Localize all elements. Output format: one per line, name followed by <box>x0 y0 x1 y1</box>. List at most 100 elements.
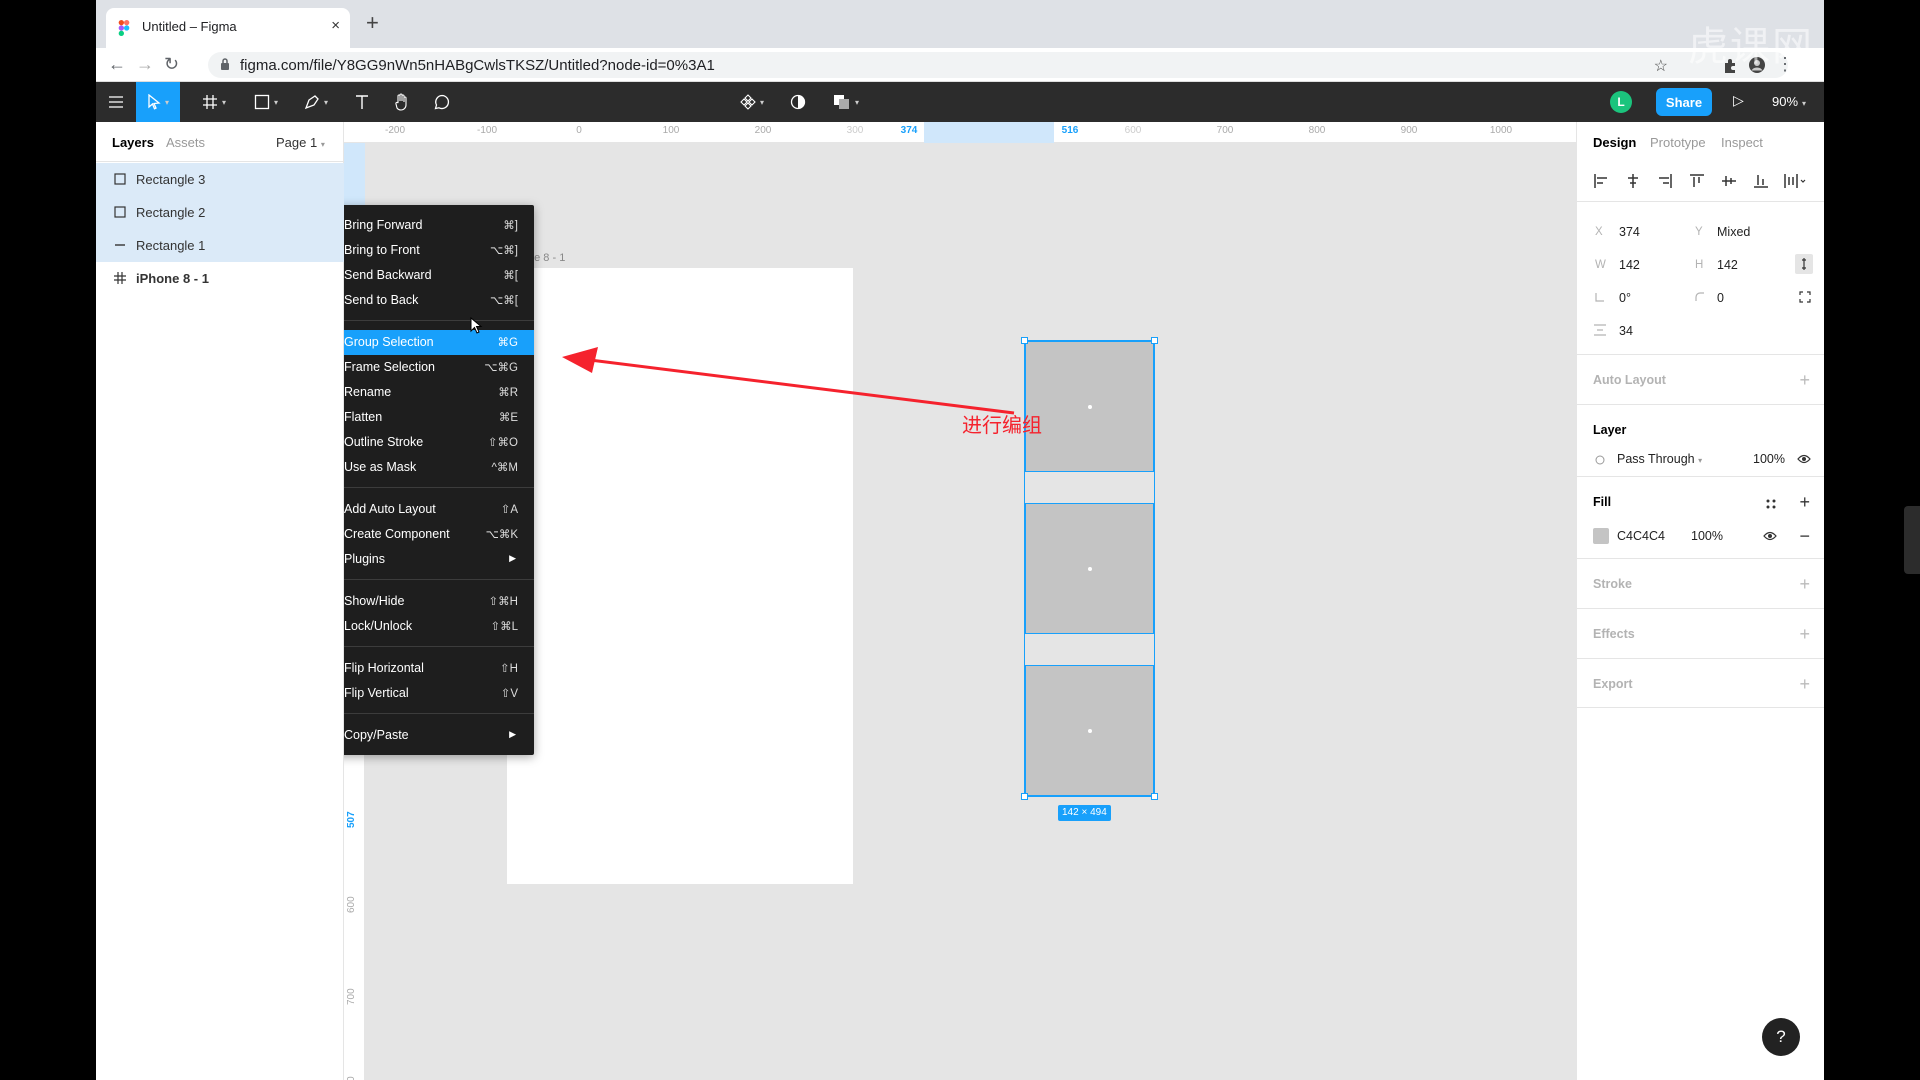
rectangle-1-shape[interactable] <box>1025 665 1154 796</box>
hand-tool[interactable] <box>384 82 420 122</box>
tab-assets[interactable]: Assets <box>166 135 205 150</box>
fill-hex-field[interactable]: C4C4C4 <box>1617 529 1665 543</box>
url-domain: figma.com <box>240 57 310 74</box>
main-menu-icon[interactable] <box>96 82 136 122</box>
add-fill-icon[interactable]: + <box>1799 493 1810 511</box>
component-tool[interactable]: ▾ <box>732 82 772 122</box>
menu-item-flatten[interactable]: Flatten ⌘E <box>344 405 534 430</box>
ruler-label: 600 <box>346 896 357 913</box>
selection-bounds[interactable] <box>1021 337 1158 800</box>
add-effect-icon[interactable]: + <box>1799 625 1810 643</box>
resize-handle-bottom-right[interactable] <box>1151 793 1158 800</box>
tab-prototype[interactable]: Prototype <box>1650 135 1706 150</box>
text-tool[interactable] <box>344 82 380 122</box>
menu-item-copy-paste[interactable]: Copy/Paste ▶ <box>344 723 534 748</box>
distribute-icon[interactable] <box>1783 173 1807 189</box>
menu-item-send-backward[interactable]: Send Backward ⌘[ <box>344 263 534 288</box>
new-tab-icon[interactable]: + <box>366 12 379 34</box>
fill-opacity-field[interactable]: 100% <box>1691 529 1723 543</box>
blend-mode-dropdown[interactable]: Pass Through ▾ <box>1617 452 1702 466</box>
menu-item-add-auto-layout[interactable]: Add Auto Layout ⇧A <box>344 497 534 522</box>
help-button[interactable]: ? <box>1762 1018 1800 1056</box>
page-selector[interactable]: Page 1 ▾ <box>276 135 325 150</box>
corner-radius-field[interactable]: 0 <box>1717 291 1724 305</box>
url-field[interactable]: figma.com/file/Y8GG9nWn5nHABgCwlsTKSZ/Un… <box>208 52 1788 78</box>
height-field[interactable]: 142 <box>1717 258 1738 272</box>
menu-item-flip-vertical[interactable]: Flip Vertical ⇧V <box>344 681 534 706</box>
fill-color-swatch[interactable] <box>1593 528 1609 544</box>
resize-handle-top-right[interactable] <box>1151 337 1158 344</box>
resize-handle-bottom-left[interactable] <box>1021 793 1028 800</box>
design-panel: Design Prototype Inspect X 374 Y Mixed W… <box>1576 122 1824 1080</box>
layer-iphone-frame[interactable]: iPhone 8 - 1 <box>96 262 344 295</box>
menu-item-use-as-mask[interactable]: Use as Mask ^⌘M <box>344 455 534 480</box>
menu-item-plugins[interactable]: Plugins ▶ <box>344 547 534 572</box>
menu-item-bring-to-front[interactable]: Bring to Front ⌥⌘] <box>344 238 534 263</box>
present-play-icon[interactable]: ▷ <box>1733 92 1744 109</box>
menu-item-lock-unlock[interactable]: Lock/Unlock ⇧⌘L <box>344 614 534 639</box>
forward-icon[interactable]: → <box>136 55 154 73</box>
move-tool[interactable]: ▾ <box>136 82 180 122</box>
comment-tool[interactable] <box>424 82 460 122</box>
menu-item-send-to-back[interactable]: Send to Back ⌥⌘[ <box>344 288 534 313</box>
add-stroke-icon[interactable]: + <box>1799 575 1810 593</box>
tab-layers[interactable]: Layers <box>112 135 154 150</box>
independent-corners-icon[interactable] <box>1799 291 1811 303</box>
right-panel-tabs: Design Prototype Inspect <box>1577 122 1824 162</box>
menu-item-show-hide[interactable]: Show/Hide ⇧⌘H <box>344 589 534 614</box>
bookmark-star-icon[interactable]: ☆ <box>1654 56 1668 76</box>
align-top-icon[interactable] <box>1689 173 1705 189</box>
reload-icon[interactable]: ↻ <box>164 55 179 73</box>
menu-item-flip-horizontal[interactable]: Flip Horizontal ⇧H <box>344 656 534 681</box>
shape-tool[interactable]: ▾ <box>244 82 288 122</box>
width-field[interactable]: 142 <box>1619 258 1640 272</box>
align-horizontal-center-icon[interactable] <box>1625 173 1641 189</box>
rectangle-3-shape[interactable] <box>1025 341 1154 472</box>
browser-tab[interactable]: Untitled – Figma × <box>106 8 350 48</box>
menu-item-frame-selection[interactable]: Frame Selection ⌥⌘G <box>344 355 534 380</box>
layer-rectangle-3[interactable]: Rectangle 3 <box>96 163 344 196</box>
layer-rectangle-2[interactable]: Rectangle 2 <box>96 196 344 229</box>
user-avatar[interactable]: L <box>1610 91 1632 113</box>
address-bar: ← → ↻ figma.com/file/Y8GG9nWn5nHABgCwlsT… <box>96 48 1824 82</box>
add-export-icon[interactable]: + <box>1799 675 1810 693</box>
menu-item-group-selection[interactable]: Group Selection ⌘G <box>344 330 534 355</box>
align-vertical-center-icon[interactable] <box>1721 173 1737 189</box>
boolean-tool[interactable]: ▾ <box>824 82 868 122</box>
pen-tool[interactable]: ▾ <box>294 82 338 122</box>
side-edge-tab[interactable] <box>1904 506 1920 574</box>
share-button[interactable]: Share <box>1656 88 1712 116</box>
align-right-icon[interactable] <box>1657 173 1673 189</box>
spacing-field[interactable]: 34 <box>1619 324 1633 338</box>
frame-tool[interactable]: ▾ <box>192 82 236 122</box>
ruler-label: 100 <box>662 125 680 136</box>
rotation-field[interactable]: 0° <box>1619 291 1631 305</box>
tab-close-icon[interactable]: × <box>331 17 340 34</box>
rectangle-2-shape[interactable] <box>1025 503 1154 634</box>
eye-icon[interactable] <box>1763 531 1777 541</box>
eye-icon[interactable] <box>1797 454 1811 464</box>
x-field[interactable]: 374 <box>1619 225 1640 239</box>
menu-item-outline-stroke[interactable]: Outline Stroke ⇧⌘O <box>344 430 534 455</box>
canvas[interactable]: -200 -100 0 100 200 300 374 516 600 700 … <box>344 122 1576 1080</box>
menu-item-bring-forward[interactable]: Bring Forward ⌘] <box>344 213 534 238</box>
add-auto-layout-icon[interactable]: + <box>1799 371 1810 389</box>
export-title: Export <box>1593 677 1633 691</box>
mask-tool[interactable] <box>780 82 816 122</box>
zoom-dropdown[interactable]: 90% ▾ <box>1772 94 1806 109</box>
tab-inspect[interactable]: Inspect <box>1721 135 1763 150</box>
y-field[interactable]: Mixed <box>1717 225 1750 239</box>
remove-fill-icon[interactable]: − <box>1799 527 1810 545</box>
constrain-proportions-icon[interactable] <box>1795 254 1813 274</box>
align-left-icon[interactable] <box>1593 173 1609 189</box>
style-grid-icon[interactable] <box>1765 498 1777 510</box>
layer-opacity-field[interactable]: 100% <box>1753 452 1785 466</box>
tab-design[interactable]: Design <box>1593 135 1636 150</box>
menu-item-rename[interactable]: Rename ⌘R <box>344 380 534 405</box>
menu-item-create-component[interactable]: Create Component ⌥⌘K <box>344 522 534 547</box>
align-bottom-icon[interactable] <box>1753 173 1769 189</box>
corner-radius-icon <box>1695 292 1704 301</box>
back-icon[interactable]: ← <box>108 55 126 73</box>
layer-rectangle-1[interactable]: Rectangle 1 <box>96 229 344 262</box>
browser-tab-bar: Untitled – Figma × + <box>96 0 1824 48</box>
